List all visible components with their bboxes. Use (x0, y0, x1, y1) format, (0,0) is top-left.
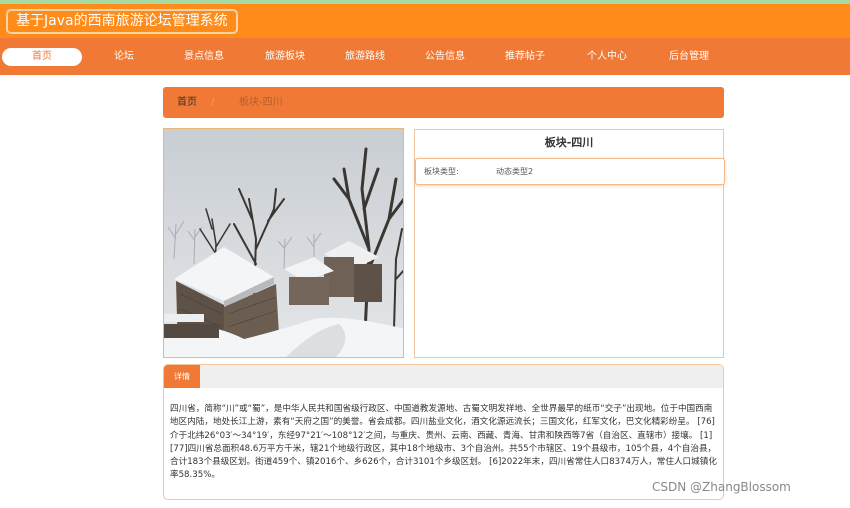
section-type-row: 板块类型: 动态类型2 (415, 158, 725, 185)
breadcrumb-current: 板块-四川 (239, 97, 283, 108)
section-type-label: 板块类型: (424, 167, 459, 176)
detail-panel: 详情 四川省，简称“川”或“蜀”，是中华人民共和国省级行政区、中国道教发源地、古… (163, 364, 724, 500)
nav-item-personal-center[interactable]: 个人中心 (567, 48, 647, 66)
nav-item-attractions[interactable]: 景点信息 (164, 48, 244, 66)
breadcrumb-separator: / (211, 97, 215, 108)
tab-detail[interactable]: 详情 (164, 365, 200, 388)
section-title: 板块-四川 (544, 136, 594, 149)
nav-item-admin[interactable]: 后台管理 (649, 48, 729, 66)
breadcrumb: 首页 / 板块-四川 (163, 87, 724, 118)
nav-item-home[interactable]: 首页 (2, 48, 82, 66)
nav-item-travel-routes[interactable]: 旅游路线 (325, 48, 405, 66)
detail-content: 四川省，简称“川”或“蜀”，是中华人民共和国省级行政区、中国道教发源地、古蜀文明… (170, 404, 717, 481)
watermark: CSDN @ZhangBlossom (652, 480, 791, 494)
section-photo (163, 128, 404, 358)
section-type-value: 动态类型2 (496, 167, 534, 176)
nav-item-travel-sections[interactable]: 旅游板块 (245, 48, 325, 66)
nav-item-forum[interactable]: 论坛 (84, 48, 164, 66)
nav-item-announcements[interactable]: 公告信息 (405, 48, 485, 66)
section-info-panel: 板块-四川 板块类型: 动态类型2 (414, 129, 725, 358)
site-header: 基于Java的西南旅游论坛管理系统 (0, 4, 850, 38)
detail-tab-bar: 详情 (164, 365, 723, 388)
nav-item-recommended-posts[interactable]: 推荐帖子 (485, 48, 565, 66)
breadcrumb-home[interactable]: 首页 (177, 96, 197, 109)
main-nav: 首页 论坛 景点信息 旅游板块 旅游路线 公告信息 推荐帖子 个人中心 后台管理 (0, 38, 850, 75)
site-title[interactable]: 基于Java的西南旅游论坛管理系统 (6, 9, 238, 34)
snowy-village-image (164, 129, 403, 357)
